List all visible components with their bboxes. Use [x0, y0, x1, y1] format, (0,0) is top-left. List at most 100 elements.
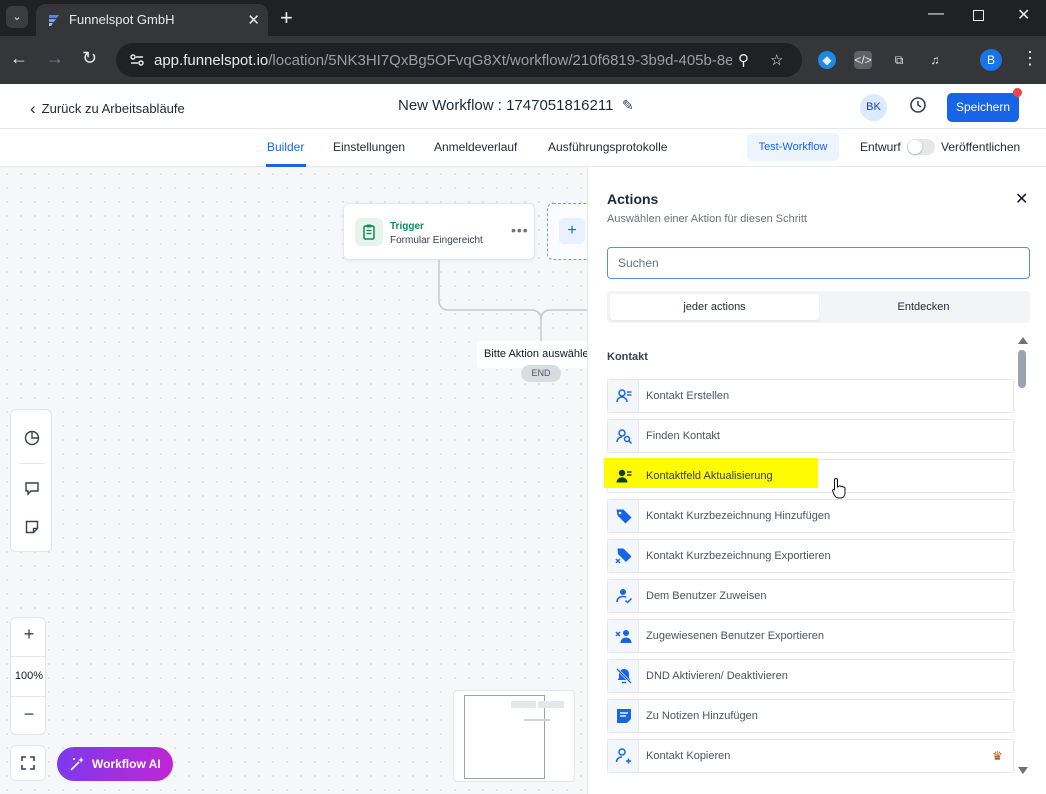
chevron-left-icon: ‹ [30, 99, 36, 118]
action-item-copy-contact[interactable]: Kontakt Kopieren ♛ [607, 739, 1014, 773]
toggle-knob [908, 140, 922, 154]
workflow-tabs: Builder Einstellungen Anmeldeverlauf Aus… [0, 129, 1046, 167]
zoom-icon[interactable]: ⚲ [738, 51, 749, 69]
contact-find-icon [608, 420, 639, 452]
unsaved-indicator-dot [1013, 88, 1022, 97]
pie-chart-icon[interactable] [24, 430, 40, 446]
action-item-update-contact-field[interactable]: Kontaktfeld Aktualisierung [604, 458, 1014, 493]
close-tab-icon[interactable]: ✕ [247, 11, 260, 29]
minimize-icon[interactable]: — [928, 5, 944, 23]
url-text[interactable]: app.funnelspot.io/location/5NK3HI7QxBg5O… [154, 52, 732, 69]
action-item-assign-user[interactable]: Dem Benutzer Zuweisen [607, 579, 1014, 613]
actions-panel: Actions Auswählen einer Aktion für diese… [587, 167, 1046, 794]
segment-discover[interactable]: Entdecken [819, 294, 1028, 320]
save-button[interactable]: Speichern [947, 93, 1019, 122]
remove-user-icon [608, 620, 639, 652]
side-toolbar-divider [19, 463, 45, 464]
new-tab-icon[interactable]: + [280, 5, 293, 31]
action-item-create-contact[interactable]: Kontakt Erstellen [607, 379, 1014, 413]
zoom-level: 100% [14, 670, 44, 682]
media-queue-icon[interactable]: ♫ [926, 51, 944, 69]
sparkle-wand-icon [70, 757, 84, 771]
profile-avatar[interactable]: B [980, 49, 1002, 71]
reload-icon[interactable]: ↻ [82, 48, 97, 69]
action-list-scrollbar[interactable] [1016, 337, 1030, 777]
tab-enrollment-history[interactable]: Anmeldeverlauf [434, 140, 517, 154]
trigger-subtitle: Formular Eingereicht [390, 235, 483, 246]
workflow-ai-button[interactable]: Workflow AI [57, 747, 173, 781]
segment-all-actions[interactable]: jeder actions [610, 294, 819, 320]
edit-title-pencil-icon[interactable]: ✎ [622, 97, 634, 114]
assign-user-icon [608, 580, 639, 612]
tab-title: Funnelspot GmbH [69, 12, 175, 27]
publish-label: Veröffentlichen [941, 140, 1021, 154]
address-bar[interactable]: app.funnelspot.io/location/5NK3HI7QxBg5O… [116, 43, 802, 77]
fit-view-button[interactable] [10, 745, 46, 781]
plus-icon: + [559, 218, 585, 244]
action-search-input[interactable] [607, 247, 1030, 279]
workflow-canvas[interactable]: Trigger Formular Eingereicht ••• + Bitte… [0, 167, 587, 794]
test-workflow-button[interactable]: Test-Workflow [747, 133, 839, 161]
scroll-down-arrow-icon[interactable] [1018, 767, 1028, 774]
pending-action-node[interactable]: Bitte Aktion auswählen [477, 341, 587, 368]
contact-update-icon [608, 460, 639, 492]
action-item-remove-assigned-user[interactable]: Zugewiesenen Benutzer Exportieren [607, 619, 1014, 653]
tag-remove-icon [608, 540, 639, 572]
action-item-add-to-notes[interactable]: Zu Notizen Hinzufügen [607, 699, 1014, 733]
zoom-in-button[interactable]: + [11, 624, 47, 645]
premium-crown-icon: ♛ [992, 749, 1003, 763]
contact-create-icon [608, 380, 639, 412]
zoom-controls: + 100% − [10, 617, 46, 735]
window-close-icon[interactable]: ✕ [1017, 5, 1030, 25]
bookmark-star-icon[interactable]: ☆ [770, 51, 783, 69]
tab-search-chevron-icon[interactable]: ⌄ [6, 6, 28, 28]
extensions-puzzle-icon[interactable]: ⧉ [890, 51, 908, 69]
zoom-out-button[interactable]: − [11, 704, 47, 725]
browser-tab[interactable]: Funnelspot GmbH ✕ [36, 4, 268, 36]
tab-builder[interactable]: Builder [267, 140, 304, 154]
close-panel-icon[interactable]: ✕ [1015, 189, 1028, 209]
site-info-icon[interactable] [128, 51, 146, 69]
browser-menu-icon[interactable]: ⋮ [1021, 48, 1039, 69]
back-to-workflows-link[interactable]: ‹ Zurück zu Arbeitsabläufe [30, 98, 185, 118]
action-item-toggle-dnd[interactable]: DND Aktivieren/ Deaktivieren [607, 659, 1014, 693]
trigger-form-icon [355, 218, 383, 246]
minimap-node [524, 719, 550, 721]
add-trigger-node[interactable]: + [547, 203, 587, 260]
workflow-header: ‹ Zurück zu Arbeitsabläufe New Workflow :… [0, 84, 1046, 129]
action-item-find-contact[interactable]: Finden Kontakt [607, 419, 1014, 453]
note-icon [608, 700, 639, 732]
extension-drop-icon[interactable]: ◆ [818, 51, 836, 69]
more-options-icon[interactable]: ••• [511, 222, 529, 238]
scroll-up-arrow-icon[interactable] [1018, 337, 1028, 344]
forward-arrow-icon[interactable]: → [46, 48, 64, 69]
history-icon[interactable] [909, 96, 927, 114]
minimap-node [511, 701, 536, 708]
browser-toolbar: ← → ↻ app.funnelspot.io/location/5NK3HI7… [0, 36, 1046, 84]
panel-title: Actions [607, 191, 659, 207]
group-label-contact: Kontakt [607, 351, 648, 363]
trigger-node[interactable]: Trigger Formular Eingereicht ••• [343, 203, 535, 260]
sticky-note-icon[interactable] [24, 519, 40, 535]
panel-subtitle: Auswählen einer Aktion für diesen Schrit… [607, 213, 807, 225]
dnd-icon [608, 660, 639, 692]
publish-toggle[interactable] [907, 139, 935, 155]
comment-icon[interactable] [24, 480, 40, 496]
maximize-icon[interactable] [973, 10, 984, 21]
canvas-minimap[interactable] [453, 690, 575, 782]
browser-tab-strip: ⌄ Funnelspot GmbH ✕ + — ✕ [0, 0, 1046, 36]
back-arrow-icon[interactable]: ← [10, 48, 28, 69]
tab-settings[interactable]: Einstellungen [333, 140, 405, 154]
hand-pointer-cursor-icon [832, 477, 846, 499]
extension-code-icon[interactable]: </> [854, 51, 872, 69]
tab-execution-logs[interactable]: Ausführungsprotokolle [548, 140, 667, 154]
zoom-divider [11, 696, 45, 697]
action-item-export-contact-tag[interactable]: Kontakt Kurzbezeichnung Exportieren [607, 539, 1014, 573]
user-avatar[interactable]: BK [860, 94, 887, 121]
action-item-add-contact-tag[interactable]: Kontakt Kurzbezeichnung Hinzufügen [607, 499, 1014, 533]
funnelspot-logo-icon [49, 15, 59, 26]
trigger-label: Trigger [390, 221, 424, 232]
end-node: END [521, 365, 561, 382]
expand-icon [21, 756, 35, 770]
scroll-thumb[interactable] [1018, 350, 1026, 388]
